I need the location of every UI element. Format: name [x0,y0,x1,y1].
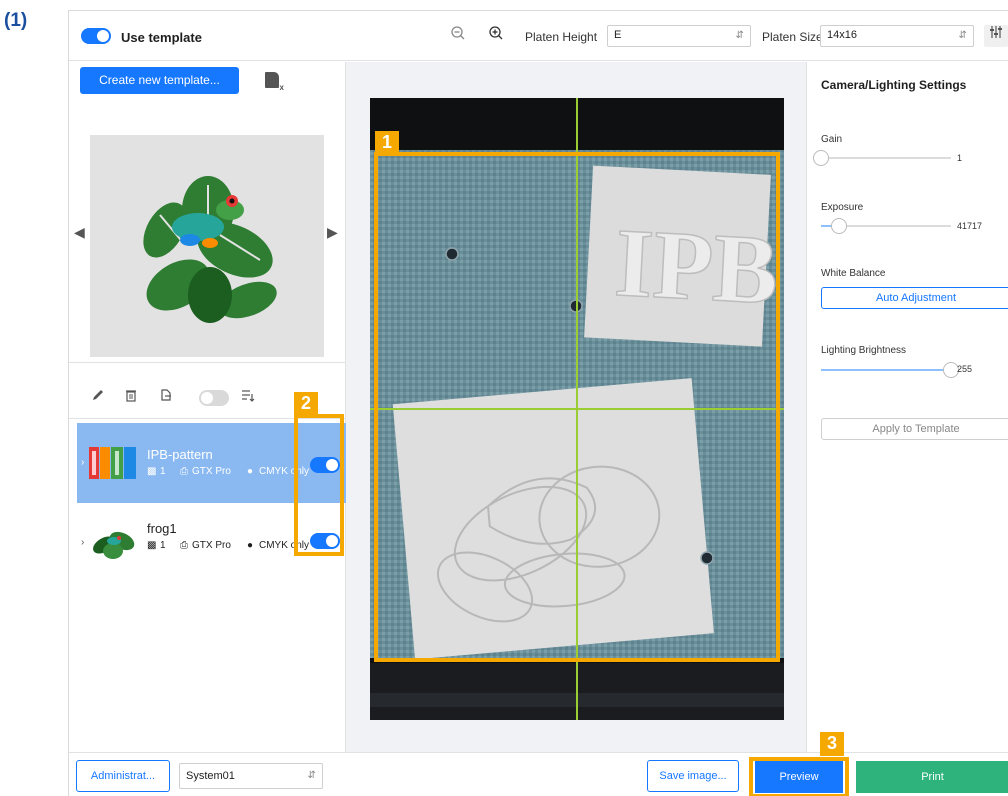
select-arrow-icon: ⇵ [958,30,967,41]
export-icon[interactable] [159,388,173,405]
image-count: 1 [160,466,166,477]
image-count: 1 [160,540,166,551]
expand-chevron-icon[interactable]: › [81,457,84,468]
select-arrow-icon: ⇵ [307,770,316,781]
platen-height-label: Platen Height [525,30,598,44]
toggle-knob [97,30,109,42]
select-arrow-icon: ⇵ [735,30,744,41]
apply-to-template-button[interactable]: Apply to Template [821,418,1008,440]
slider-fill [821,369,951,371]
edit-pencil-icon[interactable] [91,388,105,405]
printer-model: GTX Pro [192,466,231,477]
platen-size-label: Platen Size [762,30,823,44]
delete-trash-icon[interactable] [124,388,138,405]
print-button[interactable]: Print [856,761,1008,793]
gain-value: 1 [957,153,963,163]
bottom-bar: Administrat... System01 ⇵ Save image... … [69,752,1008,796]
app-window: Use template Platen Height E ⇵ Platen Si… [68,10,1008,796]
template-preview-image [90,135,324,357]
settings-sliders-icon[interactable] [984,25,1008,47]
gain-label: Gain [821,134,843,145]
ink-drop-icon: ● [247,540,254,551]
sort-icon[interactable] [241,388,255,405]
previous-arrow-icon[interactable]: ◀ [74,224,85,241]
highlight-number-2: 2 [294,392,318,416]
exposure-value: 41717 [957,221,983,231]
platen-size-select[interactable]: 14x16 ⇵ [820,25,974,47]
use-template-toggle[interactable] [81,28,111,44]
platen-size-value: 14x16 [827,29,857,41]
lighting-brightness-label: Lighting Brightness [821,345,907,356]
camera-view-panel: IPB 1 [346,62,806,752]
highlight-number-1: 1 [375,131,399,155]
toggle-knob [201,392,213,404]
ipb-logo-thumbnail [89,447,136,479]
ink-drop-icon: ● [247,466,254,477]
highlight-number-3: 3 [820,732,844,756]
exposure-slider[interactable] [821,218,951,234]
template-name: frog1 [147,521,177,536]
platen-height-select[interactable]: E ⇵ [607,25,751,47]
zoom-out-icon[interactable] [448,25,468,45]
expand-chevron-icon[interactable]: › [81,537,84,548]
printer-icon: ⎙ [180,466,188,477]
top-toolbar: Use template Platen Height E ⇵ Platen Si… [69,11,1008,61]
figure-label: (1) [4,10,28,31]
settings-title: Camera/Lighting Settings [821,78,967,92]
slider-handle[interactable] [813,150,829,166]
lighting-brightness-slider[interactable] [821,362,959,378]
exposure-label: Exposure [821,202,864,213]
administrator-button[interactable]: Administrat... [76,760,170,792]
template-name: IPB-pattern [147,447,213,462]
highlight-box-1 [374,152,780,662]
frog-thumbnail [93,531,135,559]
next-arrow-icon[interactable]: ▶ [327,224,338,241]
system-select[interactable]: System01 ⇵ [179,763,323,789]
remove-file-icon[interactable] [265,72,284,92]
platen-height-value: E [614,29,622,41]
highlight-box-3 [749,757,849,796]
slider-handle[interactable] [831,218,848,234]
camera-lighting-settings: Camera/Lighting Settings Gain 1 Exposure… [806,62,1008,752]
white-balance-label: White Balance [821,268,886,279]
zoom-in-icon[interactable] [486,25,506,45]
auto-adjustment-button[interactable]: Auto Adjustment [821,287,1008,309]
highlight-box-2 [294,414,344,556]
system-value: System01 [186,770,235,782]
lighting-brightness-value: 255 [957,364,973,374]
printer-model: GTX Pro [192,540,231,551]
gain-slider[interactable] [813,150,951,166]
divider [69,362,346,363]
use-template-label: Use template [121,30,202,45]
create-template-button[interactable]: Create new template... [80,67,239,94]
template-toggle-disabled[interactable] [199,390,229,406]
app-root: (1) Use template Platen Height E ⇵ Plate… [0,0,1008,796]
save-image-button[interactable]: Save image... [647,760,739,792]
image-count-icon: ▩ [147,466,157,477]
image-count-icon: ▩ [147,540,157,551]
template-panel: Create new template... ◀ [69,62,346,752]
printer-icon: ⎙ [180,540,188,551]
